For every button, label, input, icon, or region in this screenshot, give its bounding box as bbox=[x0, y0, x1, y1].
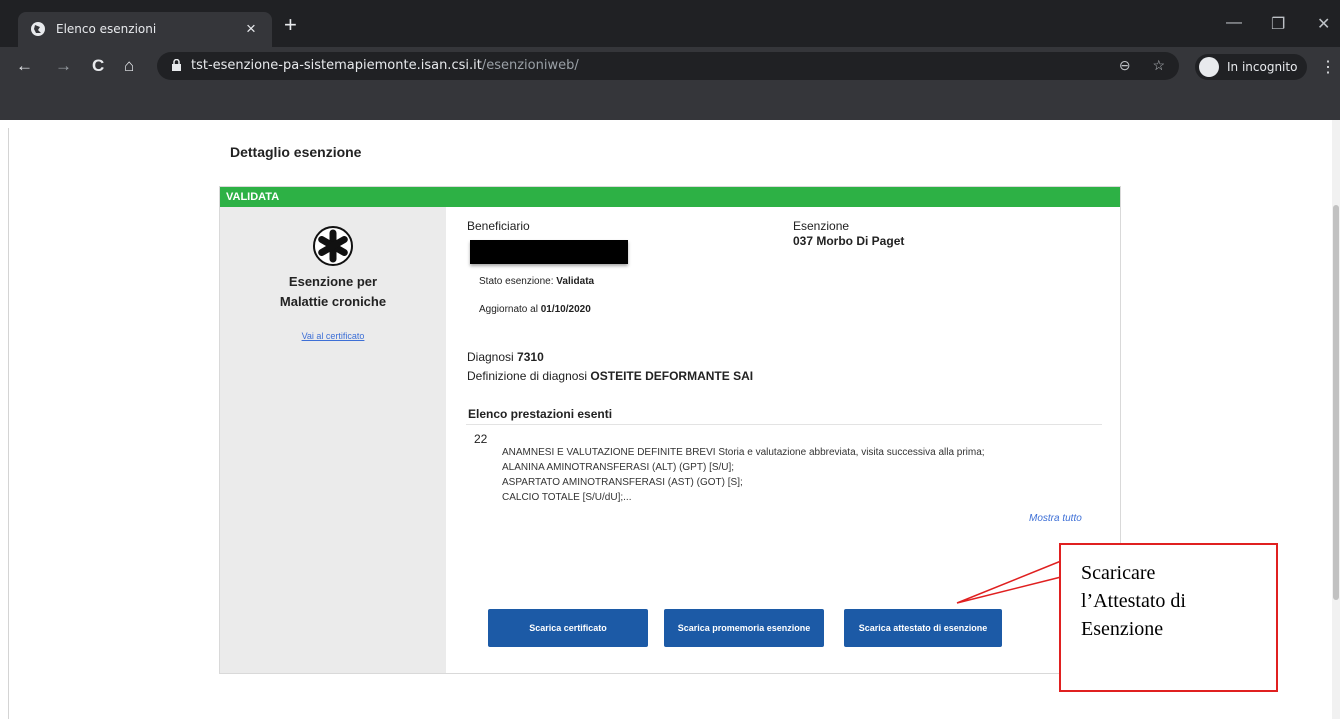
browser-tab-bar: Elenco esenzioni × + — ❐ ✕ bbox=[0, 0, 1340, 47]
updated-row: Aggiornato al 01/10/2020 bbox=[479, 304, 591, 315]
lock-icon bbox=[172, 59, 181, 71]
exemption-type-line2: Malattie croniche bbox=[279, 294, 387, 309]
exemption-label: Esenzione bbox=[793, 219, 850, 233]
back-icon[interactable]: ← bbox=[16, 57, 33, 75]
scrollbar[interactable] bbox=[1332, 120, 1340, 719]
download-reminder-button[interactable]: Scarica promemoria esenzione bbox=[664, 609, 824, 647]
minimize-icon[interactable]: — bbox=[1226, 14, 1242, 32]
url-path: /esenzioniweb/ bbox=[481, 58, 579, 73]
menu-icon[interactable]: ⋮ bbox=[1320, 57, 1336, 77]
annotation-text: Scaricare l’Attestato di Esenzione bbox=[1081, 559, 1186, 643]
diagnosis-label: Diagnosi bbox=[467, 350, 514, 364]
tab-title: Elenco esenzioni bbox=[56, 22, 157, 36]
diagnosis-row: Diagnosi 7310 bbox=[467, 350, 544, 364]
browser-toolbar: ← → C ⌂ tst-esenzione-pa-sistemapiemonte… bbox=[0, 47, 1340, 87]
asterisk-icon bbox=[313, 226, 353, 266]
address-bar[interactable]: tst-esenzione-pa-sistemapiemonte.isan.cs… bbox=[157, 52, 1179, 80]
annotation-line2: l’Attestato di bbox=[1081, 590, 1186, 612]
diagnosis-definition-row: Definizione di diagnosi OSTEITE DEFORMAN… bbox=[467, 369, 753, 383]
download-attestation-button[interactable]: Scarica attestato di esenzione bbox=[844, 609, 1002, 647]
service-item: ALANINA AMINOTRANSFERASI (ALT) (GPT) [S/… bbox=[502, 462, 735, 473]
service-item: ANAMNESI E VALUTAZIONE DEFINITE BREVI St… bbox=[502, 447, 985, 458]
home-icon[interactable]: ⌂ bbox=[124, 57, 134, 75]
status-row-value: Validata bbox=[556, 276, 595, 287]
bookmark-bar bbox=[0, 87, 1340, 120]
incognito-badge[interactable]: In incognito bbox=[1195, 54, 1307, 80]
window-close-icon[interactable]: ✕ bbox=[1317, 14, 1330, 34]
annotation-line3: Esenzione bbox=[1081, 618, 1164, 640]
updated-label: Aggiornato al bbox=[479, 304, 538, 315]
download-certificate-button[interactable]: Scarica certificato bbox=[488, 609, 648, 647]
updated-value: 01/10/2020 bbox=[540, 304, 591, 315]
show-all-link[interactable]: Mostra tutto bbox=[1029, 513, 1082, 524]
diagnosis-value: 7310 bbox=[517, 350, 544, 364]
page-title: Dettaglio esenzione bbox=[230, 144, 362, 160]
service-item: ASPARTATO AMINOTRANSFERASI (AST) (GOT) [… bbox=[502, 477, 743, 488]
incognito-icon bbox=[1199, 57, 1219, 77]
exemption-type-title: Esenzione per Malattie croniche bbox=[220, 272, 446, 312]
status-banner: VALIDATA bbox=[220, 187, 1120, 207]
annotation-line1: Scaricare bbox=[1081, 562, 1156, 584]
certificate-link[interactable]: Vai al certificato bbox=[220, 331, 446, 341]
forward-icon[interactable]: → bbox=[55, 57, 72, 75]
exemption-type-line1: Esenzione per bbox=[288, 274, 378, 289]
globe-icon bbox=[31, 22, 45, 36]
service-item: CALCIO TOTALE [S/U/dU];... bbox=[502, 492, 632, 503]
annotation-callout: Scaricare l’Attestato di Esenzione bbox=[1059, 543, 1278, 692]
url-text: tst-esenzione-pa-sistemapiemonte.isan.cs… bbox=[191, 58, 579, 73]
services-divider bbox=[466, 424, 1102, 425]
omnibox-icons: ⊖ ☆ bbox=[1119, 57, 1165, 74]
status-row-label: Stato esenzione: bbox=[479, 276, 554, 287]
zoom-icon[interactable]: ⊖ bbox=[1119, 57, 1131, 73]
reload-icon[interactable]: C bbox=[92, 57, 104, 75]
services-title: Elenco prestazioni esenti bbox=[468, 407, 613, 421]
url-host: tst-esenzione-pa-sistemapiemonte.isan.cs… bbox=[191, 58, 482, 73]
scrollbar-thumb[interactable] bbox=[1333, 205, 1339, 600]
diagnosis-definition-label: Definizione di diagnosi bbox=[467, 369, 588, 383]
exemption-value: 037 Morbo Di Paget bbox=[793, 234, 905, 248]
star-icon[interactable]: ☆ bbox=[1152, 57, 1165, 73]
new-tab-button[interactable]: + bbox=[284, 14, 297, 36]
services-code: 22 bbox=[474, 432, 488, 446]
beneficiary-label: Beneficiario bbox=[467, 219, 530, 233]
restore-icon[interactable]: ❐ bbox=[1271, 14, 1285, 34]
exemption-summary-panel: Esenzione per Malattie croniche Vai al c… bbox=[220, 207, 446, 673]
browser-tab[interactable]: Elenco esenzioni × bbox=[18, 12, 272, 47]
page-left-border bbox=[8, 128, 9, 719]
exemption-card: VALIDATA Esenzione per Malattie croniche… bbox=[219, 186, 1121, 674]
diagnosis-definition-value: OSTEITE DEFORMANTE SAI bbox=[590, 369, 754, 383]
close-tab-icon[interactable]: × bbox=[246, 19, 256, 39]
status-row: Stato esenzione: Validata bbox=[479, 276, 594, 287]
incognito-label: In incognito bbox=[1227, 60, 1298, 74]
redacted-beneficiary bbox=[470, 240, 628, 264]
